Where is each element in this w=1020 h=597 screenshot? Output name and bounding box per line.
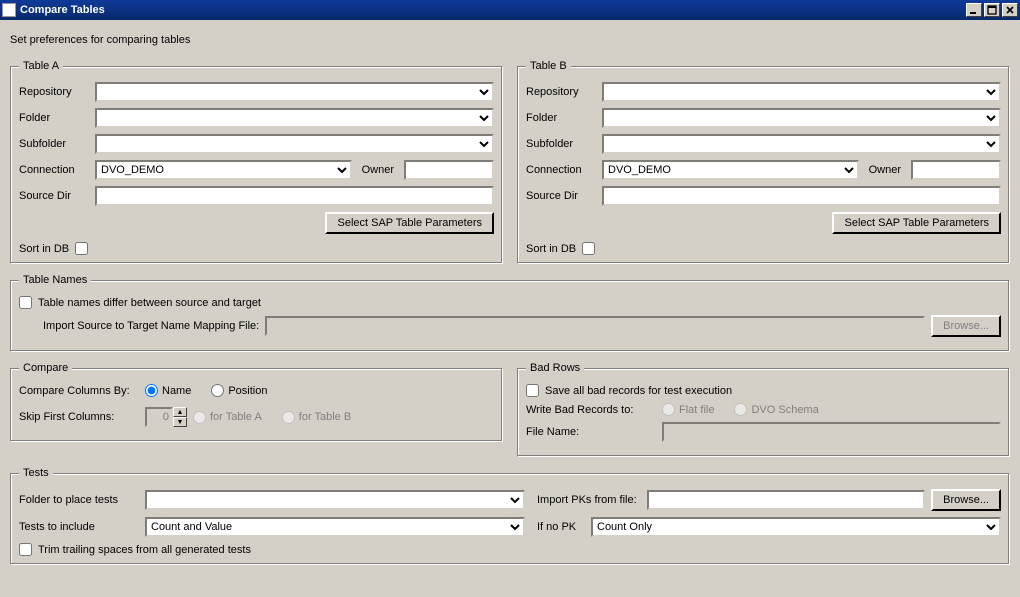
table-b-sourcedir-input[interactable]	[602, 186, 1001, 206]
table-b-sourcedir-label: Source Dir	[526, 190, 596, 202]
table-names-differ-checkbox[interactable]	[19, 296, 32, 309]
compare-by-position-radio[interactable]: Position	[211, 384, 267, 397]
table-b-connection-label: Connection	[526, 164, 596, 176]
table-b-subfolder-select[interactable]	[602, 134, 1001, 154]
instructions-text: Set preferences for comparing tables	[10, 34, 1010, 46]
trim-trailing-spaces-label: Trim trailing spaces from all generated …	[38, 544, 251, 556]
table-a-subfolder-label: Subfolder	[19, 138, 89, 150]
skip-first-columns-spinner[interactable]: ▲▼	[145, 407, 187, 427]
table-a-folder-select[interactable]	[95, 108, 494, 128]
table-a-sap-button[interactable]: Select SAP Table Parameters	[325, 212, 494, 234]
table-names-legend: Table Names	[19, 274, 91, 286]
write-flat-file-radio: Flat file	[662, 403, 714, 416]
table-a-legend: Table A	[19, 60, 63, 72]
tests-legend: Tests	[19, 467, 53, 479]
table-b-subfolder-label: Subfolder	[526, 138, 596, 150]
table-b-sortdb-label: Sort in DB	[526, 243, 576, 255]
table-a-sortdb-checkbox[interactable]	[75, 242, 88, 255]
trim-trailing-spaces-checkbox[interactable]	[19, 543, 32, 556]
table-b-sortdb-checkbox[interactable]	[582, 242, 595, 255]
compare-group: Compare Compare Columns By: Name Positio…	[10, 362, 503, 442]
import-pks-label: Import PKs from file:	[531, 494, 641, 506]
tests-folder-select[interactable]	[145, 490, 525, 510]
table-a-connection-label: Connection	[19, 164, 89, 176]
chevron-up-icon[interactable]: ▲	[173, 407, 187, 417]
tests-folder-label: Folder to place tests	[19, 494, 139, 506]
tests-include-select[interactable]: Count and Value	[145, 517, 525, 537]
bad-rows-group: Bad Rows Save all bad records for test e…	[517, 362, 1010, 457]
table-b-legend: Table B	[526, 60, 571, 72]
table-a-subfolder-select[interactable]	[95, 134, 494, 154]
table-a-sourcedir-label: Source Dir	[19, 190, 89, 202]
table-a-repository-label: Repository	[19, 86, 89, 98]
bad-rows-filename-input	[662, 422, 1001, 442]
tests-group: Tests Folder to place tests Import PKs f…	[10, 467, 1010, 565]
window-icon	[2, 3, 16, 17]
table-a-owner-label: Owner	[358, 164, 398, 176]
table-b-repository-label: Repository	[526, 86, 596, 98]
table-a-sortdb-label: Sort in DB	[19, 243, 69, 255]
bad-rows-legend: Bad Rows	[526, 362, 584, 374]
close-button[interactable]	[1002, 3, 1018, 17]
mapping-file-label: Import Source to Target Name Mapping Fil…	[43, 320, 259, 332]
if-no-pk-select[interactable]: Count Only	[591, 517, 1001, 537]
tests-browse-button[interactable]: Browse...	[931, 489, 1001, 511]
compare-columns-by-label: Compare Columns By:	[19, 385, 139, 397]
skip-table-b-radio: for Table B	[282, 411, 351, 424]
write-dvo-schema-radio: DVO Schema	[734, 403, 818, 416]
table-a-repository-select[interactable]	[95, 82, 494, 102]
table-b-owner-input[interactable]	[911, 160, 1001, 180]
table-names-group: Table Names Table names differ between s…	[10, 274, 1010, 352]
save-bad-records-checkbox[interactable]	[526, 384, 539, 397]
maximize-button[interactable]	[984, 3, 1000, 17]
table-b-sap-button[interactable]: Select SAP Table Parameters	[832, 212, 1001, 234]
write-bad-records-label: Write Bad Records to:	[526, 404, 656, 416]
window-title: Compare Tables	[20, 4, 105, 16]
table-a-group: Table A Repository Folder Subfolder Conn…	[10, 60, 503, 264]
titlebar: Compare Tables	[0, 0, 1020, 20]
minimize-button[interactable]	[966, 3, 982, 17]
table-names-differ-label: Table names differ between source and ta…	[38, 297, 261, 309]
table-a-owner-input[interactable]	[404, 160, 494, 180]
table-a-connection-select[interactable]: DVO_DEMO	[95, 160, 352, 180]
save-bad-records-label: Save all bad records for test execution	[545, 385, 732, 397]
table-a-sourcedir-input[interactable]	[95, 186, 494, 206]
table-b-group: Table B Repository Folder Subfolder Conn…	[517, 60, 1010, 264]
mapping-browse-button: Browse...	[931, 315, 1001, 337]
compare-legend: Compare	[19, 362, 72, 374]
skip-table-a-radio: for Table A	[193, 411, 262, 424]
skip-first-columns-label: Skip First Columns:	[19, 411, 139, 423]
mapping-file-input	[265, 316, 925, 336]
table-b-connection-select[interactable]: DVO_DEMO	[602, 160, 859, 180]
chevron-down-icon[interactable]: ▼	[173, 417, 187, 427]
table-b-repository-select[interactable]	[602, 82, 1001, 102]
table-a-folder-label: Folder	[19, 112, 89, 124]
if-no-pk-label: If no PK	[531, 521, 585, 533]
import-pks-input[interactable]	[647, 490, 925, 510]
compare-by-name-radio[interactable]: Name	[145, 384, 191, 397]
bad-rows-filename-label: File Name:	[526, 426, 656, 438]
table-b-owner-label: Owner	[865, 164, 905, 176]
table-b-folder-label: Folder	[526, 112, 596, 124]
tests-include-label: Tests to include	[19, 521, 139, 533]
table-b-folder-select[interactable]	[602, 108, 1001, 128]
